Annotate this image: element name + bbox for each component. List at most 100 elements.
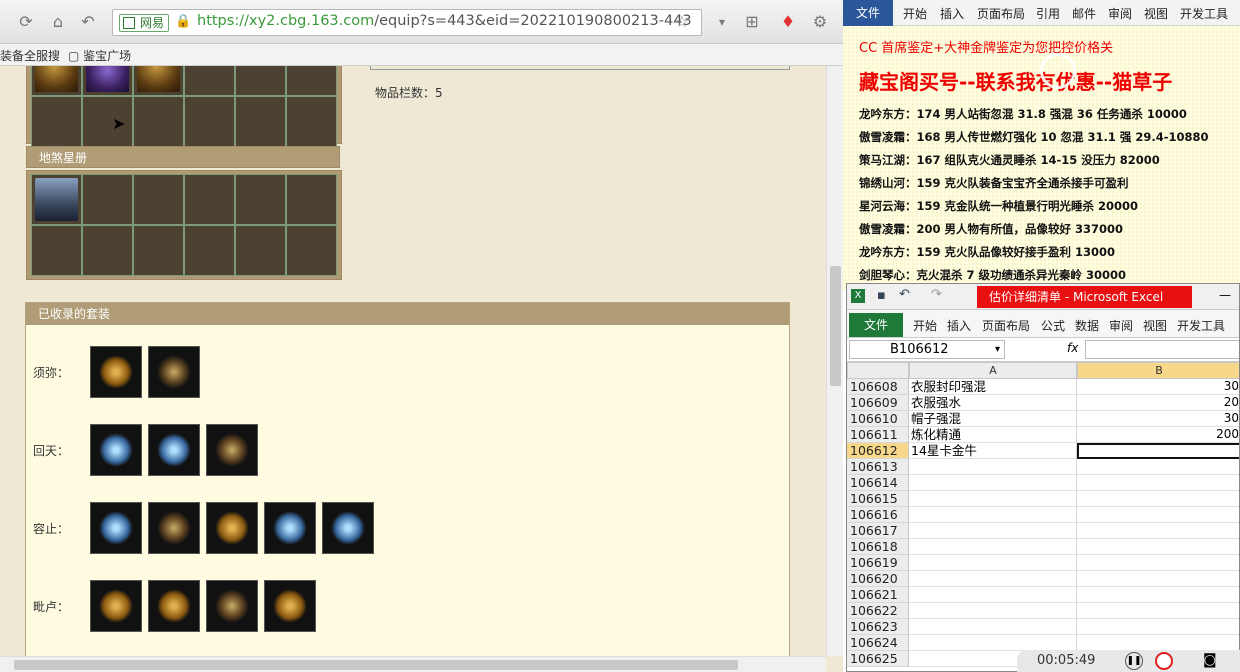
suit-item-icon[interactable]: [264, 580, 316, 632]
star-book-cell[interactable]: [133, 174, 184, 225]
home-icon[interactable]: ⌂: [48, 12, 68, 32]
excel-file-tab[interactable]: 文件: [849, 313, 903, 337]
dropdown-icon[interactable]: ▾: [712, 12, 732, 32]
cell-b[interactable]: [1077, 491, 1239, 507]
star-book-cell[interactable]: [286, 225, 337, 276]
inventory-cell[interactable]: [235, 66, 286, 96]
star-book-cell[interactable]: [184, 174, 235, 225]
stop-record-icon[interactable]: [1155, 652, 1173, 670]
inventory-cell[interactable]: [286, 66, 337, 96]
row-number[interactable]: 106624: [847, 635, 909, 651]
cell-a[interactable]: 帽子强混: [909, 411, 1077, 427]
suit-item-icon[interactable]: [90, 502, 142, 554]
star-book-cell[interactable]: [133, 225, 184, 276]
inventory-cell[interactable]: [31, 66, 82, 96]
cell-b[interactable]: [1077, 571, 1239, 587]
spreadsheet-grid[interactable]: A B 106608 衣服封印强混 30 106609 衣服强水 20 106610 帽子强混…: [847, 362, 1239, 671]
bookmark-1[interactable]: 装备全服搜: [0, 47, 60, 64]
cell-b[interactable]: [1077, 603, 1239, 619]
minimize-icon[interactable]: —: [1219, 288, 1231, 302]
cell-a[interactable]: 炼化精通: [909, 427, 1077, 443]
name-box[interactable]: B106612 ▾: [849, 340, 1005, 359]
cell-b[interactable]: [1077, 443, 1239, 459]
column-header-a[interactable]: A: [909, 362, 1077, 379]
cell-b[interactable]: 30: [1077, 379, 1239, 395]
row-number[interactable]: 106617: [847, 523, 909, 539]
excel-tab[interactable]: 视图: [1143, 317, 1167, 334]
reload-icon[interactable]: ⟳: [16, 12, 36, 32]
star-book-cell[interactable]: [31, 174, 82, 225]
suit-item-icon[interactable]: [90, 580, 142, 632]
inventory-cell[interactable]: [82, 66, 133, 96]
star-book-cell[interactable]: [31, 225, 82, 276]
suit-item-icon[interactable]: [206, 580, 258, 632]
inventory-cell[interactable]: [286, 96, 337, 147]
cell-a[interactable]: [909, 491, 1077, 507]
excel-tab[interactable]: 开始: [913, 317, 937, 334]
cell-b[interactable]: [1077, 539, 1239, 555]
camera-icon[interactable]: ◙: [1203, 652, 1217, 668]
excel-tab[interactable]: 开发工具: [1177, 317, 1225, 334]
row-number[interactable]: 106611: [847, 427, 909, 443]
cell-a[interactable]: [909, 555, 1077, 571]
row-number[interactable]: 106615: [847, 491, 909, 507]
excel-tab[interactable]: 插入: [947, 317, 971, 334]
star-book-cell[interactable]: [235, 225, 286, 276]
star-icon[interactable]: ☆: [672, 12, 692, 32]
inventory-cell[interactable]: [184, 96, 235, 147]
inventory-cell[interactable]: [133, 96, 184, 147]
inventory-cell[interactable]: [235, 96, 286, 147]
suit-item-icon[interactable]: [90, 346, 142, 398]
row-number[interactable]: 106618: [847, 539, 909, 555]
vertical-scrollbar[interactable]: [826, 66, 843, 656]
excel-tab[interactable]: 审阅: [1109, 317, 1133, 334]
select-all-corner[interactable]: [847, 362, 909, 379]
undo-icon[interactable]: ↶: [899, 287, 910, 302]
suit-item-icon[interactable]: [264, 502, 316, 554]
row-number[interactable]: 106622: [847, 603, 909, 619]
inventory-cell[interactable]: [184, 66, 235, 96]
row-number[interactable]: 106620: [847, 571, 909, 587]
cell-a[interactable]: [909, 571, 1077, 587]
star-book-cell[interactable]: [82, 225, 133, 276]
suit-item-icon[interactable]: [148, 424, 200, 476]
pause-icon[interactable]: ❚❚: [1125, 652, 1143, 670]
star-book-cell[interactable]: [235, 174, 286, 225]
excel-tab[interactable]: 页面布局: [982, 317, 1030, 334]
row-number[interactable]: 106609: [847, 395, 909, 411]
word-document[interactable]: CC 首席鉴定+大神金牌鉴定为您把控价格关 藏宝阁买号--联系我有优惠--猫草子…: [843, 26, 1240, 290]
cell-a[interactable]: 衣服强水: [909, 395, 1077, 411]
cell-a[interactable]: 衣服封印强混: [909, 379, 1077, 395]
cell-b[interactable]: [1077, 635, 1239, 651]
star-book-cell[interactable]: [82, 174, 133, 225]
cell-b[interactable]: [1077, 475, 1239, 491]
game-icon[interactable]: ♦: [778, 12, 798, 32]
row-number[interactable]: 106610: [847, 411, 909, 427]
suit-item-icon[interactable]: [148, 502, 200, 554]
suit-item-icon[interactable]: [206, 502, 258, 554]
tools-icon[interactable]: ⚙: [810, 12, 830, 32]
horizontal-scrollbar[interactable]: [0, 656, 826, 672]
row-number[interactable]: 106612: [847, 443, 909, 459]
cell-b[interactable]: [1077, 459, 1239, 475]
cell-b[interactable]: [1077, 507, 1239, 523]
word-tab[interactable]: 插入: [940, 5, 964, 22]
word-tab[interactable]: 审阅: [1108, 5, 1132, 22]
excel-tab[interactable]: 公式: [1041, 317, 1065, 334]
back-icon[interactable]: ↶: [78, 12, 98, 32]
inventory-cell[interactable]: [31, 96, 82, 147]
redo-icon[interactable]: ↷: [931, 287, 942, 302]
word-tab[interactable]: 开始: [903, 5, 927, 22]
cell-b[interactable]: 30: [1077, 411, 1239, 427]
word-tab[interactable]: 开发工具: [1180, 5, 1228, 22]
cell-a[interactable]: [909, 587, 1077, 603]
word-tab[interactable]: 引用: [1036, 5, 1060, 22]
star-book-cell[interactable]: [286, 174, 337, 225]
row-number[interactable]: 106614: [847, 475, 909, 491]
cell-a[interactable]: [909, 523, 1077, 539]
cell-b[interactable]: [1077, 619, 1239, 635]
cell-a[interactable]: [909, 459, 1077, 475]
cell-a[interactable]: [909, 507, 1077, 523]
word-tab[interactable]: 邮件: [1072, 5, 1096, 22]
word-file-tab[interactable]: 文件: [843, 0, 893, 26]
